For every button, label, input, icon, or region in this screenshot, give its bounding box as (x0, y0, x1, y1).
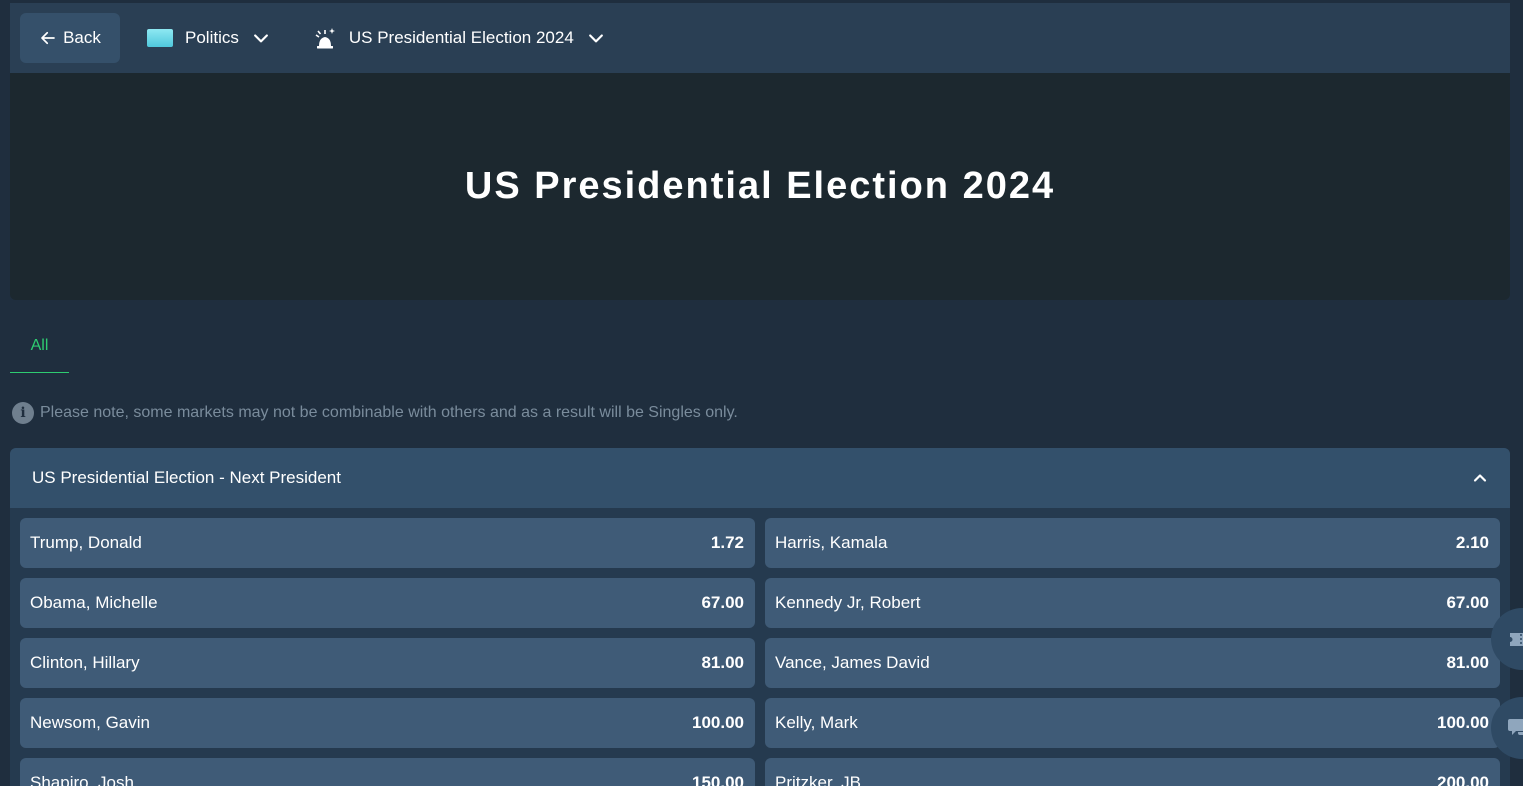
chevron-down-icon (588, 34, 603, 43)
selection-odds: 2.10 (1455, 533, 1489, 552)
event-selector[interactable]: US Presidential Election 2024 (313, 26, 606, 50)
page-title: US Presidential Election 2024 (464, 165, 1056, 207)
flag-icon (147, 29, 173, 47)
selection-name: Kelly, Mark (775, 713, 858, 732)
selection-button[interactable]: Kennedy Jr, Robert 67.00 (765, 578, 1500, 628)
selection-odds: 67.00 (701, 593, 744, 612)
selection-name: Newsom, Gavin (30, 713, 150, 732)
market-tabs: All (10, 320, 1510, 374)
selection-odds: 150.00 (692, 773, 744, 786)
tab-all[interactable]: All (10, 320, 69, 373)
selection-button[interactable]: Trump, Donald 1.72 (20, 518, 755, 568)
selection-name: Harris, Kamala (775, 533, 888, 552)
chevron-up-icon[interactable] (1470, 468, 1490, 488)
selection-name: Clinton, Hillary (30, 653, 140, 672)
top-navigation-bar: Back Politics US Presidential Election 2… (10, 3, 1510, 73)
selection-name: Pritzker, JB (775, 773, 861, 786)
category-label: Politics (185, 28, 239, 47)
selection-button[interactable]: Clinton, Hillary 81.00 (20, 638, 755, 688)
selection-button[interactable]: Obama, Michelle 67.00 (20, 578, 755, 628)
selection-name: Vance, James David (775, 653, 930, 672)
back-label: Back (63, 28, 101, 47)
info-icon: i (12, 402, 34, 424)
selection-odds: 1.72 (710, 533, 744, 552)
selection-odds: 100.00 (692, 713, 744, 732)
selection-button[interactable]: Kelly, Mark 100.00 (765, 698, 1500, 748)
selection-button[interactable]: Shapiro, Josh 150.00 (20, 758, 755, 786)
selections-grid: Trump, Donald 1.72 Harris, Kamala 2.10 Oba… (20, 518, 1500, 786)
combinability-note: i Please note, some markets may not be c… (12, 402, 738, 424)
arrow-left-icon (41, 31, 55, 45)
selection-odds: 81.00 (1446, 653, 1489, 672)
market-title: US Presidential Election - Next Presiden… (32, 468, 341, 487)
selection-name: Kennedy Jr, Robert (775, 593, 921, 612)
market-header[interactable]: US Presidential Election - Next Presiden… (10, 448, 1510, 508)
category-selector[interactable]: Politics (147, 28, 271, 48)
selection-name: Trump, Donald (30, 533, 142, 552)
selection-name: Shapiro, Josh (30, 773, 134, 786)
selection-odds: 81.00 (701, 653, 744, 672)
selection-button[interactable]: Newsom, Gavin 100.00 (20, 698, 755, 748)
chevron-down-icon (253, 34, 268, 43)
note-text: Please note, some markets may not be com… (40, 404, 738, 421)
selection-button[interactable]: Harris, Kamala 2.10 (765, 518, 1500, 568)
event-label: US Presidential Election 2024 (348, 28, 574, 47)
ticket-icon (1510, 633, 1523, 646)
selection-name: Obama, Michelle (30, 593, 158, 612)
chat-icon (1508, 719, 1523, 735)
back-button[interactable]: Back (20, 13, 120, 63)
selection-odds: 200.00 (1437, 773, 1489, 786)
selection-odds: 100.00 (1437, 713, 1489, 732)
market-panel: US Presidential Election - Next Presiden… (10, 448, 1510, 786)
selection-button[interactable]: Pritzker, JB 200.00 (765, 758, 1500, 786)
event-hero-banner: US Presidential Election 2024 (10, 73, 1510, 300)
selection-button[interactable]: Vance, James David 81.00 (765, 638, 1500, 688)
selection-odds: 67.00 (1446, 593, 1489, 612)
alarm-icon (315, 28, 335, 49)
